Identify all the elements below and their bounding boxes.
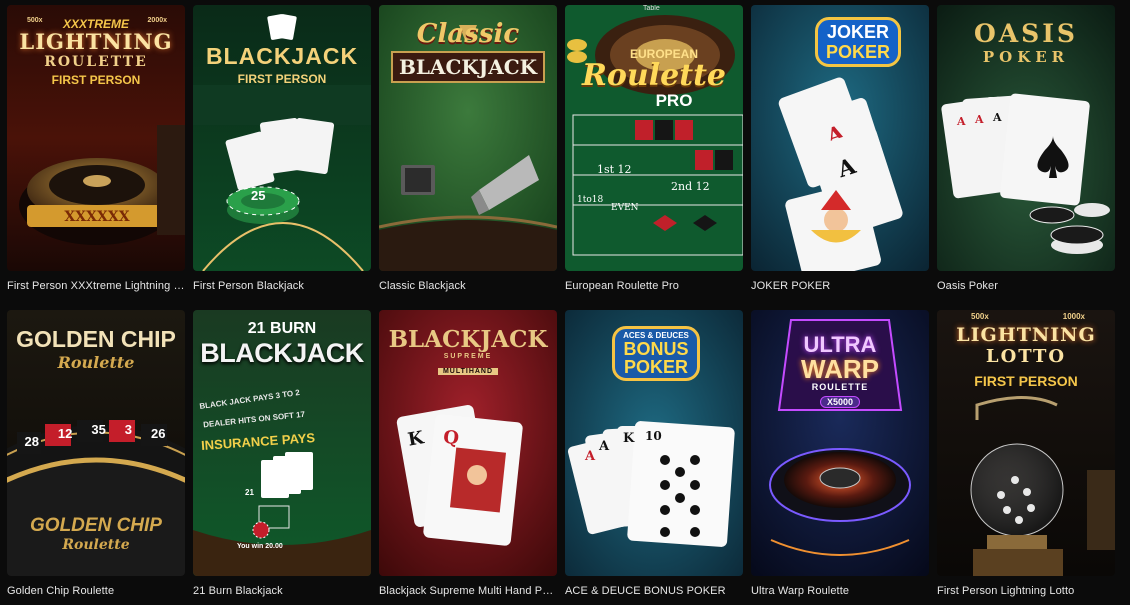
game-title[interactable]: JOKER POKER <box>751 280 929 292</box>
logo-line-4: FIRST PERSON <box>51 73 141 87</box>
wheel-number: 26 <box>151 426 166 441</box>
win-message: You win 20.00 <box>237 543 283 550</box>
multiplier-left: 500x <box>971 312 989 321</box>
game-title[interactable]: First Person Lightning Lotto <box>937 585 1115 597</box>
logo-line-2: LIGHTNING <box>19 29 173 54</box>
svg-text:A: A <box>956 115 966 128</box>
game-title[interactable]: ACE & DEUCE BONUS POKER <box>565 585 743 597</box>
logo-line-1: BLACKJACK <box>388 326 548 353</box>
logo-line-3: PRO <box>655 91 693 110</box>
logo-line-2: POKER <box>825 42 890 62</box>
logo-line-2: Roulette <box>581 58 727 93</box>
svg-text:A: A <box>974 113 984 126</box>
game-thumbnail[interactable]: A A JOKER POKER <box>751 5 929 271</box>
logo-line-2: LOTTO <box>985 346 1067 367</box>
svg-text:A: A <box>992 111 1002 124</box>
logo-line-4: X5000 <box>819 396 861 408</box>
logo-line-2-table: Roulette <box>62 537 130 553</box>
logo-line-2: BONUS <box>623 339 689 359</box>
game-card-oasis-poker[interactable]: A A A OASIS POKER Oasis Poker <box>937 5 1115 292</box>
wheel-number: 3 <box>124 422 133 437</box>
logo-line-2: WARP <box>801 354 879 384</box>
logo-line-1: ULTRA <box>803 332 877 357</box>
game-thumbnail[interactable]: 21 BURN BLACKJACK BLACK JACK PAYS 3 TO 2… <box>193 310 371 576</box>
logo-line-3: MULTIHAND <box>437 368 499 375</box>
logo-line-1: LIGHTNING <box>956 324 1096 346</box>
game-title[interactable]: First Person XXXtreme Lightning Roul… <box>7 280 185 292</box>
table-label: Table <box>643 5 660 12</box>
svg-text:K: K <box>623 431 635 446</box>
game-thumbnail[interactable]: XXXXXX 500x XXXTREME 2000x LIGHTNING ROU… <box>7 5 185 271</box>
multiplier-left: 500x <box>27 17 43 24</box>
wheel-number: 35 <box>91 422 106 437</box>
game-grid: XXXXXX 500x XXXTREME 2000x LIGHTNING ROU… <box>0 0 1130 605</box>
game-thumbnail[interactable]: A A A OASIS POKER <box>937 5 1115 271</box>
logo-line-3: ROULETTE <box>811 382 869 392</box>
game-title[interactable]: First Person Blackjack <box>193 280 371 292</box>
logo-line-2: Roulette <box>57 353 135 372</box>
logo-line-2: BLACKJACK <box>200 338 364 368</box>
svg-text:XXXXXX: XXXXXX <box>64 209 129 225</box>
game-title[interactable]: Ultra Warp Roulette <box>751 585 929 597</box>
logo-line-3: ROULETTE <box>44 54 148 70</box>
game-title[interactable]: European Roulette Pro <box>565 280 743 292</box>
game-title[interactable]: Golden Chip Roulette <box>7 585 185 597</box>
game-card-european-roulette-pro[interactable]: Table EUROPEAN Roulette PRO 1st 12 2nd 1… <box>565 5 743 292</box>
logo-line-1: OASIS <box>974 19 1078 48</box>
hand-score: 21 <box>245 488 254 497</box>
logo-line-1: GOLDEN CHIP <box>16 326 176 352</box>
game-card-golden-chip-roulette[interactable]: GOLDEN CHIP Roulette 28 12 35 3 26 GOLDE… <box>7 310 185 597</box>
logo-line-3: POKER <box>623 357 688 377</box>
chip-value: 25 <box>251 188 266 203</box>
roulette-table-artwork <box>565 5 743 271</box>
game-thumbnail[interactable]: 500x 1000x LIGHTNING LOTTO FIRST PERSON <box>937 310 1115 576</box>
logo-line-3: FIRST PERSON <box>974 373 1078 389</box>
wheel-number: 28 <box>24 434 39 449</box>
game-card-21-burn-blackjack[interactable]: 21 BURN BLACKJACK BLACK JACK PAYS 3 TO 2… <box>193 310 371 597</box>
bet-label-dozen-1: 1st 12 <box>597 163 632 176</box>
svg-text:A: A <box>584 449 596 464</box>
game-thumbnail[interactable]: ULTRA WARP ROULETTE X5000 <box>751 310 929 576</box>
bet-label-dozen-2: 2nd 12 <box>671 180 710 193</box>
game-thumbnail[interactable]: K Q BLACKJACK SUPREME MULTIHAND <box>379 310 557 576</box>
bet-label-low: 1to18 <box>577 195 604 205</box>
game-title[interactable]: 21 Burn Blackjack <box>193 585 371 597</box>
game-card-ace-deuce-bonus-poker[interactable]: A A K 10 ACES & DEUCES BONUS POKER ACE &… <box>565 310 743 597</box>
game-thumbnail[interactable]: Classic BLACKJACK <box>379 5 557 271</box>
game-thumbnail[interactable]: BLACKJACK FIRST PERSON 25 <box>193 5 371 271</box>
bet-label-even: EVEN <box>611 203 639 213</box>
game-title[interactable]: Classic Blackjack <box>379 280 557 292</box>
game-card-xxxtreme-lightning-roulette[interactable]: XXXXXX 500x XXXTREME 2000x LIGHTNING ROU… <box>7 5 185 292</box>
game-card-ultra-warp-roulette[interactable]: ULTRA WARP ROULETTE X5000 Ultra Warp Rou… <box>751 310 929 597</box>
logo-line-2: SUPREME <box>443 353 493 360</box>
logo-line-2: BLACKJACK <box>390 51 546 83</box>
multiplier-right: 1000x <box>1062 312 1085 321</box>
game-card-first-person-lightning-lotto[interactable]: 500x 1000x LIGHTNING LOTTO FIRST PERSON … <box>937 310 1115 597</box>
wheel-number: 12 <box>57 426 73 441</box>
game-card-joker-poker[interactable]: A A JOKER POKER JOKER POKER <box>751 5 929 292</box>
logo-line-1: JOKER <box>826 22 889 42</box>
svg-text:Q: Q <box>442 427 460 450</box>
game-card-first-person-blackjack[interactable]: BLACKJACK FIRST PERSON 25 First Person B… <box>193 5 371 292</box>
game-title[interactable]: Oasis Poker <box>937 280 1115 292</box>
game-thumbnail[interactable]: A A K 10 ACES & DEUCES BONUS POKER <box>565 310 743 576</box>
logo-line-1-table: GOLDEN CHIP <box>30 515 162 536</box>
game-thumbnail[interactable]: Table EUROPEAN Roulette PRO 1st 12 2nd 1… <box>565 5 743 271</box>
game-card-blackjack-supreme[interactable]: K Q BLACKJACK SUPREME MULTIHAND Blackjac… <box>379 310 557 597</box>
game-card-classic-blackjack[interactable]: Classic BLACKJACK Classic Blackjack <box>379 5 557 292</box>
logo-line-2: FIRST PERSON <box>237 72 327 86</box>
logo-line-1: BLACKJACK <box>205 43 359 69</box>
multiplier-right: 2000x <box>147 17 167 24</box>
logo-line-1: XXXTREME <box>62 17 129 31</box>
logo-line-1: 21 BURN <box>247 320 317 337</box>
logo-line-2: POKER <box>982 48 1070 66</box>
logo-line-1: Classic <box>416 19 520 49</box>
game-thumbnail[interactable]: GOLDEN CHIP Roulette 28 12 35 3 26 GOLDE… <box>7 310 185 576</box>
svg-text:A: A <box>598 439 610 454</box>
game-title[interactable]: Blackjack Supreme Multi Hand Perfec… <box>379 585 557 597</box>
svg-text:10: 10 <box>645 429 662 443</box>
